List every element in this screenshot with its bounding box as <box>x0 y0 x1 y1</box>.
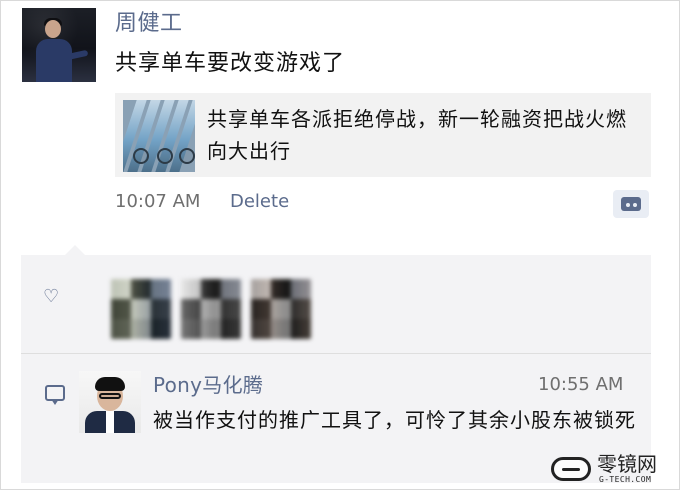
post-text: 共享单车要改变游戏了 <box>115 51 346 76</box>
comment-author-name[interactable]: Pony马化腾 <box>153 373 263 397</box>
moments-screenshot: 周健工 共享单车要改变游戏了 共享单车各派拒绝停战，新一轮融资把战火燃向大出行 … <box>0 0 680 490</box>
pixel-tile <box>131 279 151 299</box>
author-avatar[interactable] <box>22 8 96 82</box>
pixel-tile <box>271 319 291 339</box>
bike-wheel <box>157 148 173 164</box>
pixel-tile <box>151 319 171 339</box>
liker-avatar[interactable] <box>111 279 171 339</box>
link-thumbnail <box>123 100 195 172</box>
watermark-text-cn: 零镜网 <box>597 452 657 476</box>
pixel-tile <box>111 319 131 339</box>
pixel-tile <box>291 279 311 299</box>
shared-link-card[interactable]: 共享单车各派拒绝停战，新一轮融资把战火燃向大出行 <box>115 93 651 177</box>
pixel-tile <box>111 299 131 319</box>
pixel-tile <box>251 299 271 319</box>
post-time: 10:07 AM <box>115 191 201 212</box>
pixel-tile <box>271 299 291 319</box>
bike-wheel <box>179 148 195 164</box>
pixel-tile <box>271 279 291 299</box>
pixel-tile <box>221 299 241 319</box>
pixel-tile <box>181 279 201 299</box>
pixel-tile <box>181 319 201 339</box>
likes-comments-panel: ♡ Pony马化腾 10:55 AM 被当作支付的推广工具了，可怜了其余小股东被… <box>21 245 651 483</box>
comment-icon <box>45 385 65 405</box>
comment-menu-button[interactable] <box>613 190 649 218</box>
likes-avatars <box>93 279 333 339</box>
pixel-tile <box>251 319 271 339</box>
pixel-tile <box>221 279 241 299</box>
panel-caret <box>65 245 85 255</box>
pixel-tile <box>291 319 311 339</box>
pixel-tile <box>201 279 221 299</box>
heart-icon: ♡ <box>43 286 60 307</box>
bike-wheel <box>133 148 149 164</box>
avatar-head <box>45 20 61 38</box>
pixel-tile <box>111 279 131 299</box>
pixel-tile <box>201 299 221 319</box>
link-title: 共享单车各派拒绝停战，新一轮融资把战火燃向大出行 <box>207 107 627 163</box>
liker-avatar[interactable] <box>181 279 241 339</box>
avatar-shirt <box>106 411 114 433</box>
avatar-body <box>36 39 72 82</box>
pixel-tile <box>181 299 201 319</box>
watermark: 零镜网 G-TECH.COM <box>551 451 679 487</box>
avatar-glasses <box>99 393 121 399</box>
watermark-text-en: G-TECH.COM <box>599 475 652 484</box>
pixel-tile <box>201 319 221 339</box>
menu-dot <box>633 203 637 207</box>
menu-dot <box>626 203 630 207</box>
pixel-tile <box>131 299 151 319</box>
commenter-avatar[interactable] <box>79 371 141 433</box>
post-author-name[interactable]: 周健工 <box>115 11 183 37</box>
liker-avatar[interactable] <box>251 279 311 339</box>
comment-time: 10:55 AM <box>538 374 624 395</box>
comment-menu-icon <box>621 197 641 211</box>
likes-comments-divider <box>21 353 651 354</box>
pixel-tile <box>131 319 151 339</box>
pixel-tile <box>151 299 171 319</box>
pixel-tile <box>291 299 311 319</box>
delete-link[interactable]: Delete <box>230 191 289 213</box>
pixel-tile <box>151 279 171 299</box>
pixel-tile <box>251 279 271 299</box>
watermark-logo-icon <box>551 457 591 481</box>
pixel-tile <box>221 319 241 339</box>
comment-text: 被当作支付的推广工具了，可怜了其余小股东被锁死 <box>153 408 636 432</box>
avatar-hair <box>95 377 125 391</box>
